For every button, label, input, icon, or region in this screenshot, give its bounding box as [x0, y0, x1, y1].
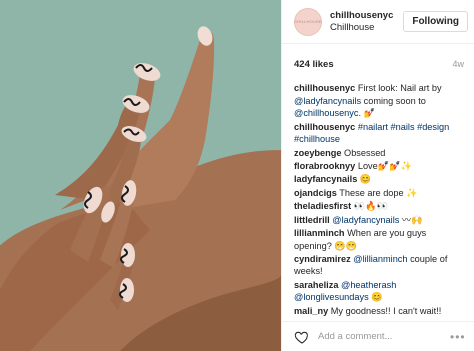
mention-link[interactable]: @longlivesundays	[294, 292, 369, 302]
comment-emoji: 💅	[363, 108, 376, 119]
likes-count[interactable]: 424 likes	[294, 59, 334, 70]
comment-item: ladyfancynails 😊	[294, 173, 464, 186]
comment-user[interactable]: chillhousenyc	[294, 83, 355, 93]
comment-text: First look: Nail art by	[357, 83, 442, 93]
mention-link[interactable]: @ladyfancynails	[294, 96, 361, 106]
post-header: CHILLHOUSE chillhousenyc Chillhouse Foll…	[282, 0, 474, 44]
comment-user[interactable]: saraheliza	[294, 280, 338, 290]
add-comment-input[interactable]	[318, 331, 450, 342]
comment-item: saraheliza @heatherash @longlivesundays …	[294, 279, 464, 304]
comment-item: lillianminch When are you guys opening? …	[294, 227, 464, 252]
heart-icon[interactable]	[294, 329, 310, 345]
comment-text: Love💅💅✨	[357, 160, 413, 171]
mention-link[interactable]: @ladyfancynails	[332, 215, 399, 225]
comment-user[interactable]: cyndiramirez	[294, 254, 351, 264]
avatar[interactable]: CHILLHOUSE	[294, 7, 322, 36]
comments-list: chillhousenyc First look: Nail art by @l…	[282, 78, 474, 317]
nail-art-photo	[0, 0, 281, 351]
post-age[interactable]: 4w	[452, 59, 464, 69]
hashtag-link[interactable]: #chillhouse	[294, 134, 340, 144]
following-button[interactable]: Following	[403, 11, 468, 32]
mention-link[interactable]: @heatherash	[341, 280, 396, 290]
comment-item: cyndiramirez @lillianminch couple of wee…	[294, 253, 464, 278]
comment-item: zoeybenge Obsessed	[294, 147, 464, 160]
user-display-name: Chillhouse	[330, 21, 375, 33]
comment-item: theladiesfirst 👀🔥👀	[294, 200, 464, 213]
post-meta: 424 likes 4w	[282, 50, 474, 78]
comment-item: chillhousenyc First look: Nail art by @l…	[294, 82, 464, 120]
comment-emoji: 😊	[371, 292, 383, 303]
comment-text: coming soon to	[363, 95, 426, 106]
comment-text: My goodness!! I can't wait!!	[330, 305, 442, 316]
comment-user[interactable]: ojandcigs	[294, 188, 337, 198]
comment-user[interactable]: lillianminch	[294, 228, 345, 238]
comment-text: These are dope ✨	[339, 187, 418, 198]
ellipsis-icon[interactable]: •••	[450, 330, 466, 344]
comment-user[interactable]: ladyfancynails	[294, 174, 357, 184]
post-details-panel: CHILLHOUSE chillhousenyc Chillhouse Foll…	[281, 0, 474, 351]
comment-user[interactable]: mali_ny	[294, 306, 328, 316]
comment-text: 👀🔥👀	[353, 201, 389, 212]
comment-user[interactable]: florabrooknyy	[294, 161, 355, 171]
avatar-text: CHILLHOUSE	[294, 19, 322, 24]
comment-user[interactable]: zoeybenge	[294, 148, 341, 158]
add-comment-bar: •••	[282, 321, 474, 351]
user-names: chillhousenyc Chillhouse	[330, 10, 403, 34]
comment-user[interactable]: theladiesfirst	[294, 201, 351, 211]
hashtag-links[interactable]: #nailart #nails #design	[358, 122, 449, 132]
comment-user[interactable]: chillhousenyc	[294, 122, 355, 132]
comment-text: 〰🙌	[401, 214, 423, 225]
comment-item: littledrill @ladyfancynails 〰🙌	[294, 214, 464, 227]
comment-text: Obsessed	[344, 147, 386, 158]
mention-link[interactable]: @chillhousenyc.	[294, 108, 361, 118]
comment-item: chillhousenyc #nailart #nails #design #c…	[294, 121, 464, 146]
comment-user[interactable]: littledrill	[294, 215, 330, 225]
mention-link[interactable]: @lillianminch	[353, 254, 407, 264]
comment-item: mali_ny My goodness!! I can't wait!!	[294, 305, 464, 318]
comment-emoji: 😁😁	[334, 240, 358, 251]
post-photo[interactable]	[0, 0, 281, 351]
comment-item: ojandcigs These are dope ✨	[294, 187, 464, 200]
username-link[interactable]: chillhousenyc	[330, 10, 403, 22]
comment-text: 😊	[359, 174, 372, 185]
comment-item: florabrooknyy Love💅💅✨	[294, 160, 464, 173]
